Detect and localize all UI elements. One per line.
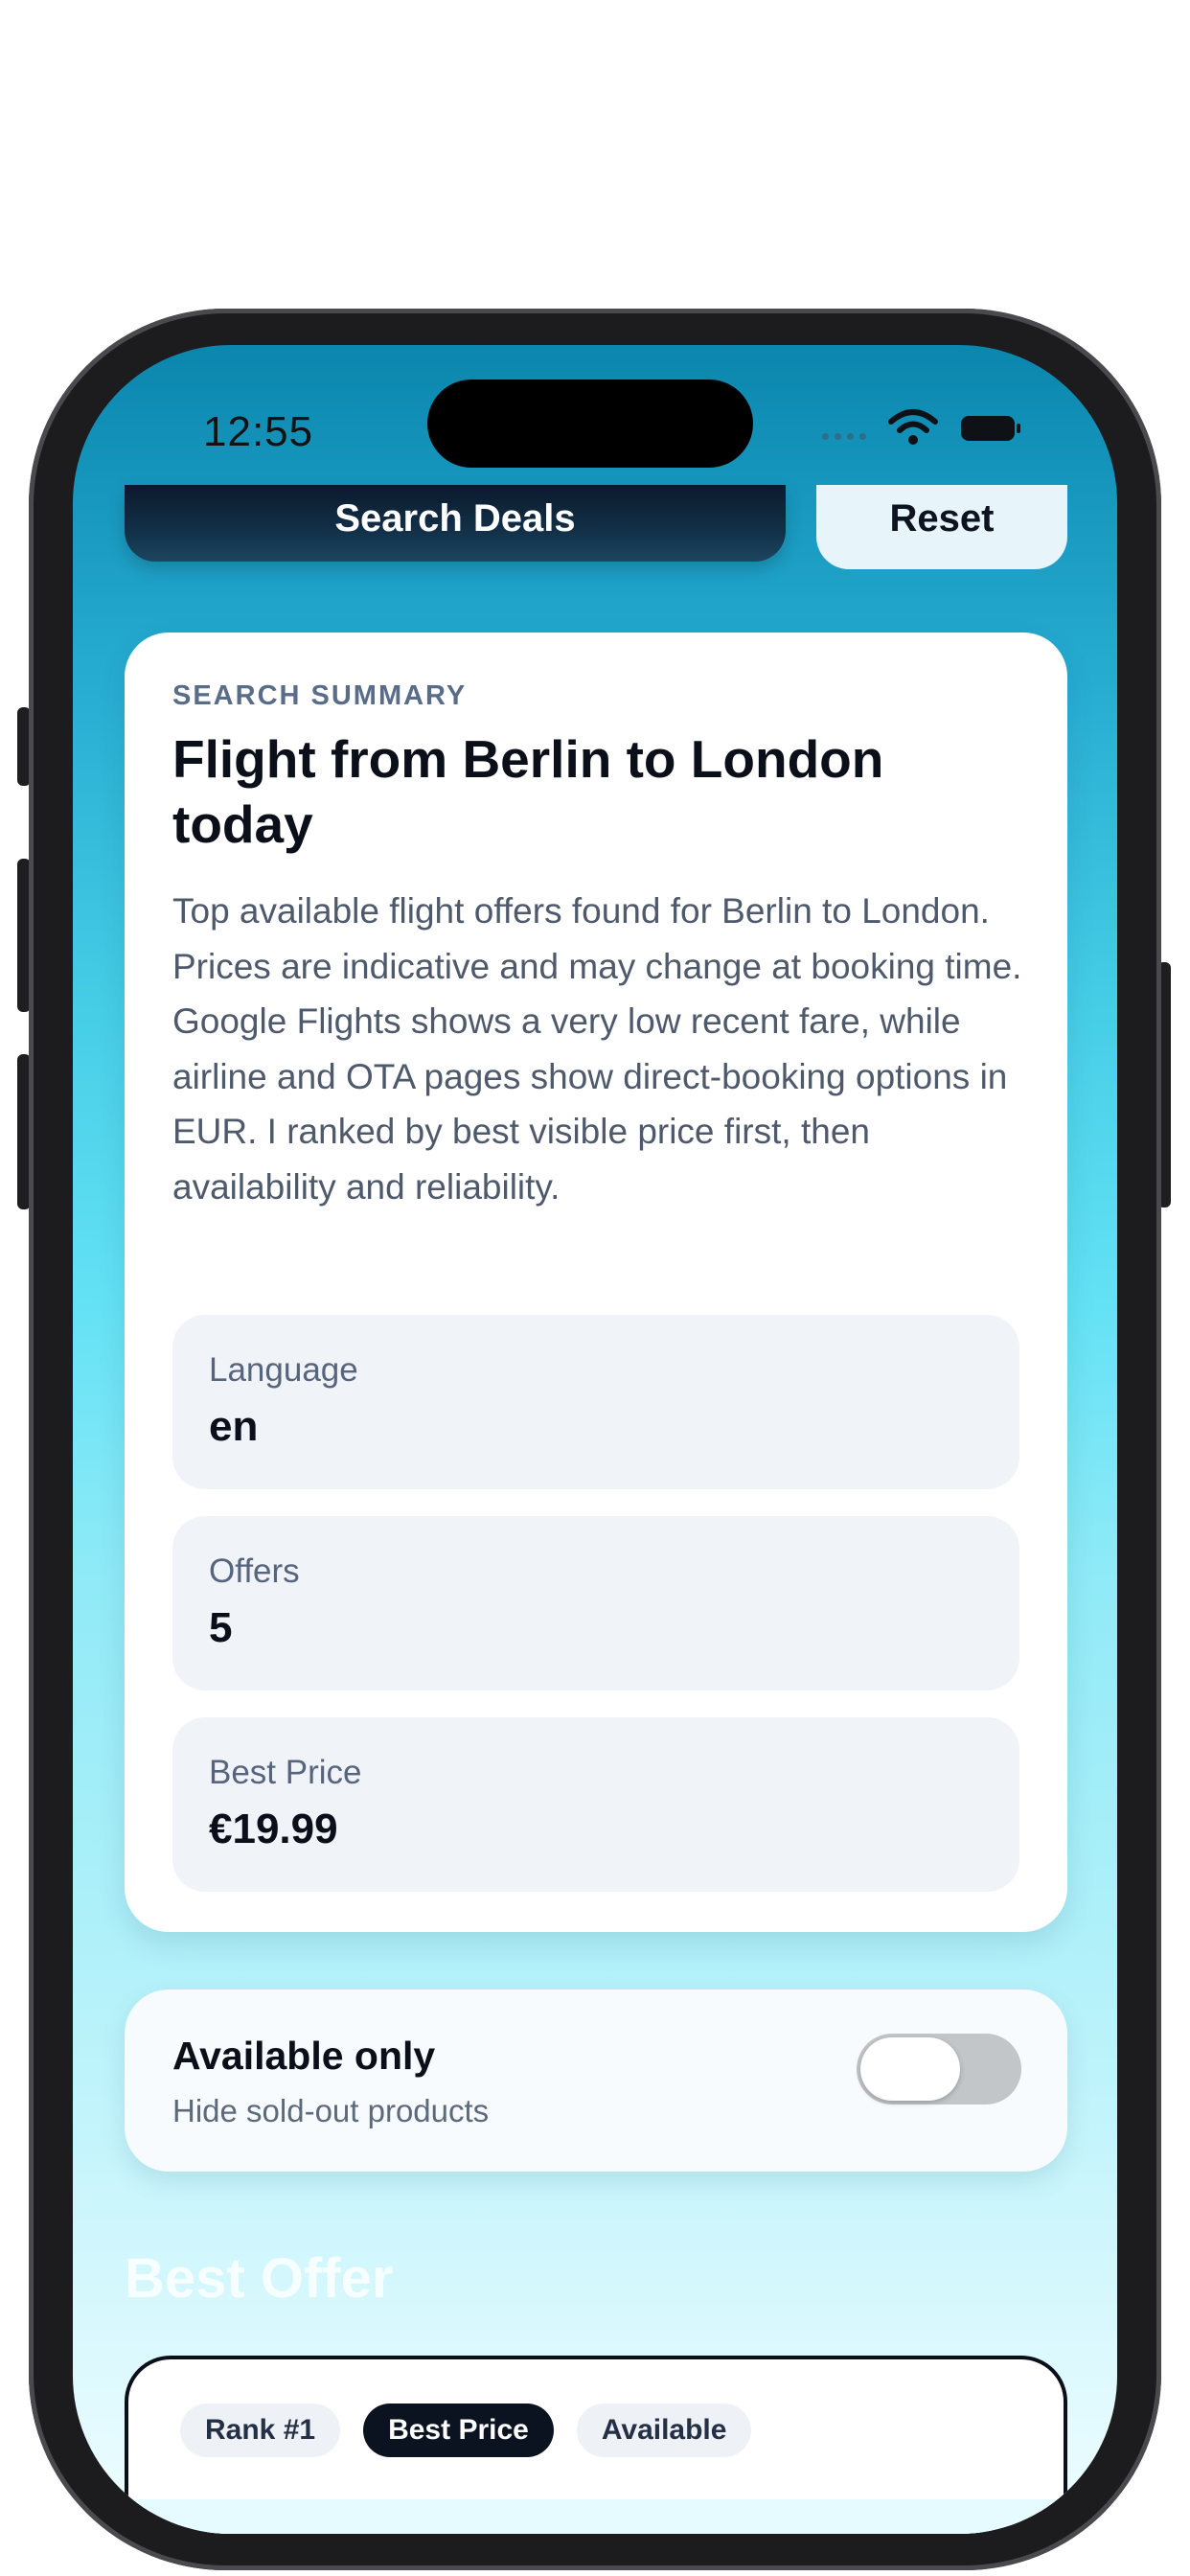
stat-offers: Offers 5 <box>172 1516 1019 1690</box>
offer-chips: Rank #1 Best Price Available <box>180 2404 752 2457</box>
app-screen: Search Deals Reset SEARCH SUMMARY Flight… <box>73 345 1117 2534</box>
stat-label: Offers <box>209 1552 300 1590</box>
stat-label: Language <box>209 1351 358 1389</box>
toggle-knob <box>860 2037 960 2101</box>
best-offer-heading: Best Offer <box>125 2247 394 2310</box>
scroll-content[interactable]: Search Deals Reset SEARCH SUMMARY Flight… <box>73 345 1117 2534</box>
wifi-icon <box>888 409 938 445</box>
home-indicator-area <box>73 2499 1117 2534</box>
stat-best-price: Best Price €19.99 <box>172 1717 1019 1892</box>
stat-value: 5 <box>209 1604 233 1651</box>
stat-language: Language en <box>172 1315 1019 1489</box>
dynamic-island <box>427 380 753 468</box>
available-only-filter: Available only Hide sold-out products <box>125 1990 1067 2172</box>
stat-label: Best Price <box>209 1754 362 1791</box>
best-price-chip: Best Price <box>363 2404 554 2457</box>
available-only-toggle[interactable] <box>857 2034 1021 2104</box>
phone-frame: Search Deals Reset SEARCH SUMMARY Flight… <box>29 309 1161 2570</box>
filter-subtitle: Hide sold-out products <box>172 2093 490 2128</box>
summary-title: Flight from Berlin to London today <box>172 729 884 854</box>
stat-value: en <box>209 1403 259 1450</box>
signal-icon <box>822 433 866 440</box>
battery-icon <box>961 416 1020 441</box>
search-summary-card: SEARCH SUMMARY Flight from Berlin to Lon… <box>125 632 1067 1932</box>
summary-eyebrow: SEARCH SUMMARY <box>172 680 468 711</box>
stat-value: €19.99 <box>209 1806 338 1852</box>
available-chip: Available <box>576 2404 752 2457</box>
reset-button[interactable]: Reset <box>816 485 1067 569</box>
summary-description: Top available flight offers found for Be… <box>172 891 1022 1207</box>
status-time: 12:55 <box>203 408 314 455</box>
search-deals-button[interactable]: Search Deals <box>125 485 786 562</box>
filter-title: Available only <box>172 2034 436 2078</box>
rank-chip: Rank #1 <box>180 2404 341 2457</box>
